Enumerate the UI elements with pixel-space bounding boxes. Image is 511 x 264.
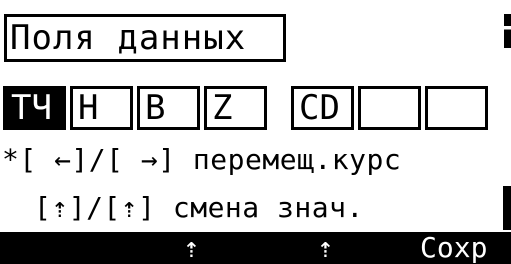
field-slot-empty-2[interactable] (425, 86, 488, 130)
cursor-move-hint: *[ ←]/[ →] перемещ.курс (2, 143, 402, 176)
field-slot-z[interactable]: Z (204, 86, 267, 130)
up-arrow-icon-button[interactable]: ⇡ (183, 232, 223, 264)
screen-title: Поля данных (4, 14, 286, 62)
field-slot-label: Z (212, 88, 233, 128)
field-slot-label: ТЧ (11, 88, 52, 128)
save-button-label: Сохр (420, 232, 488, 264)
right-edge-marker-top (504, 14, 511, 48)
enter-icon-button[interactable]: ⇡ (317, 232, 357, 264)
field-slot-tch[interactable]: ТЧ (3, 86, 66, 130)
field-slot-v[interactable]: В (137, 86, 200, 130)
screen-title-text: Поля данных (10, 18, 247, 58)
save-button[interactable]: Сохр (420, 232, 511, 264)
enter-icon: ⇡ (317, 232, 334, 264)
softkey-bar: ⇡ ⇡ Сохр (0, 232, 511, 264)
right-edge-marker-bottom (503, 186, 511, 230)
field-slot-empty-1[interactable] (358, 86, 421, 130)
up-arrow-icon: ⇡ (183, 232, 200, 264)
field-slot-label: CD (299, 88, 340, 128)
value-change-hint: [⇡]/[⇡] смена знач. (34, 191, 364, 224)
field-slot-label: Н (78, 88, 99, 128)
field-slot-n[interactable]: Н (70, 86, 133, 130)
field-slot-cd[interactable]: CD (291, 86, 354, 130)
device-screen: Поля данных ТЧ Н В Z CD *[ ←]/[ →] перем… (0, 0, 511, 264)
data-fields-row: ТЧ Н В Z CD (0, 86, 511, 130)
field-slot-label: В (145, 88, 166, 128)
